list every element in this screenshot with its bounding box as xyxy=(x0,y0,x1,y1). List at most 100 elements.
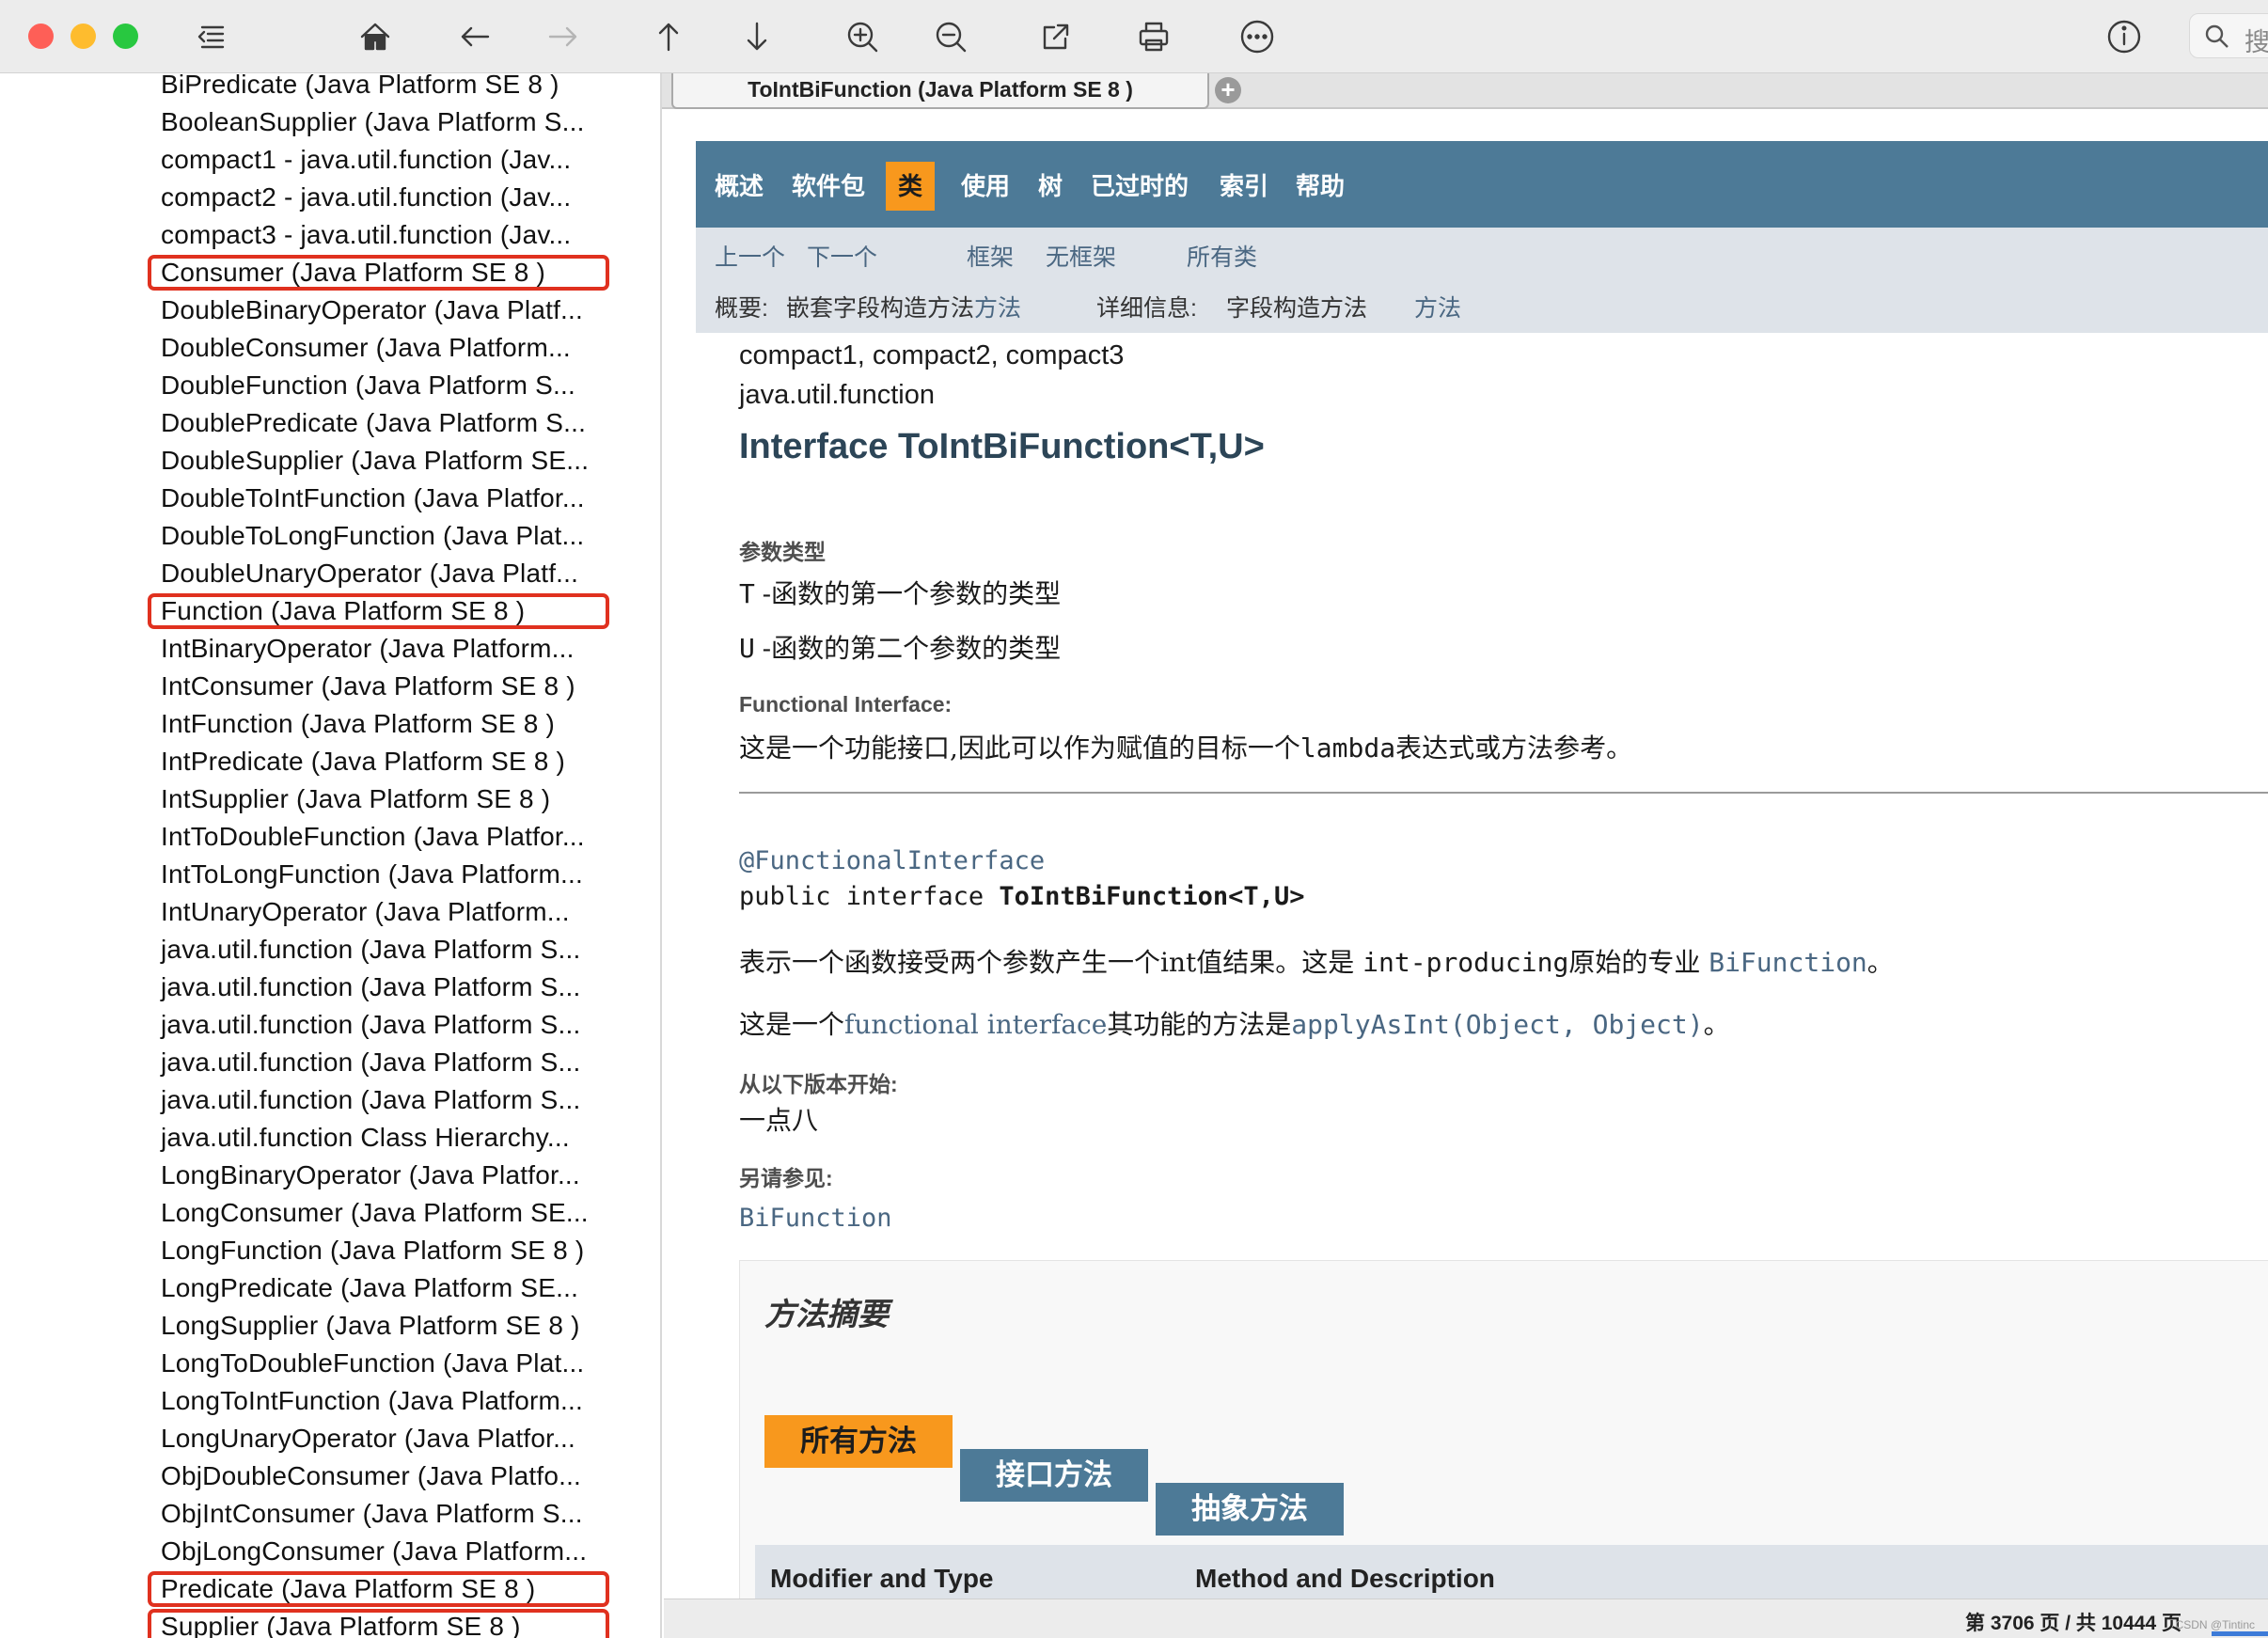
page-up-button[interactable] xyxy=(643,13,694,60)
apply-as-int-link[interactable]: applyAsInt(Object, Object) xyxy=(1291,1009,1703,1040)
share-icon xyxy=(1043,24,1069,50)
sidebar-item[interactable]: ObjDoubleConsumer (Java Platfo... xyxy=(161,1457,589,1495)
sidebar-item[interactable]: Function (Java Platform SE 8 ) xyxy=(147,592,610,630)
nav-tree[interactable]: 树 xyxy=(1038,165,1063,207)
forward-button[interactable] xyxy=(538,13,589,60)
col-modifier-type: Modifier and Type xyxy=(770,1564,994,1593)
sidebar-item[interactable]: Supplier (Java Platform SE 8 ) xyxy=(147,1608,610,1638)
sidebar-item[interactable]: LongConsumer (Java Platform SE... xyxy=(161,1194,589,1232)
home-button[interactable] xyxy=(350,13,401,60)
zoom-out-button[interactable] xyxy=(925,13,976,60)
sidebar-item[interactable]: DoubleFunction (Java Platform S... xyxy=(161,367,589,404)
sidebar-item[interactable]: DoubleBinaryOperator (Java Platf... xyxy=(161,291,589,329)
sidebar-item[interactable]: BooleanSupplier (Java Platform S... xyxy=(161,103,589,141)
sidebar-item[interactable]: java.util.function (Java Platform S... xyxy=(161,1044,589,1081)
see-also-label: 另请参见: xyxy=(739,1166,833,1190)
sidebar-item[interactable]: DoubleToLongFunction (Java Plat... xyxy=(161,517,589,555)
sidebar-item[interactable]: LongFunction (Java Platform SE 8 ) xyxy=(161,1232,589,1269)
since-label: 从以下版本开始: xyxy=(739,1072,898,1096)
bifunction-link[interactable]: BiFunction xyxy=(1709,947,1867,978)
page-down-button[interactable] xyxy=(732,13,782,60)
no-frames-link[interactable]: 无框架 xyxy=(1046,239,1116,273)
nav-overview[interactable]: 概述 xyxy=(715,165,764,207)
summary-text: 嵌套字段构造方法 xyxy=(786,295,975,322)
next-class-link[interactable]: 下一个 xyxy=(807,239,877,273)
sidebar-toggle-icon xyxy=(197,25,225,49)
sidebar-item[interactable]: compact3 - java.util.function (Jav... xyxy=(161,216,589,254)
sidebar-item[interactable]: DoubleUnaryOperator (Java Platf... xyxy=(161,555,589,592)
sidebar-item[interactable]: DoubleConsumer (Java Platform... xyxy=(161,329,589,367)
tab-all-methods[interactable]: 所有方法 xyxy=(764,1415,953,1468)
detail-method-link[interactable]: 方法 xyxy=(1414,290,1461,323)
sidebar-item[interactable]: IntConsumer (Java Platform SE 8 ) xyxy=(161,668,589,705)
nav-use[interactable]: 使用 xyxy=(961,165,1010,207)
functional-interface-link[interactable]: functional interface xyxy=(844,1009,1107,1040)
sidebar-item[interactable]: java.util.function (Java Platform S... xyxy=(161,1081,589,1119)
print-button[interactable] xyxy=(1128,13,1179,60)
desc2-before: 这是一个 xyxy=(739,1009,845,1040)
type-param-t-desc: -函数的第一个参数的类型 xyxy=(762,578,1062,609)
sidebar-item[interactable]: Consumer (Java Platform SE 8 ) xyxy=(147,254,610,291)
sidebar-item[interactable]: IntFunction (Java Platform SE 8 ) xyxy=(161,705,589,743)
share-button[interactable] xyxy=(1031,13,1081,60)
info-button[interactable] xyxy=(2099,13,2150,60)
sidebar-item[interactable]: java.util.function (Java Platform S... xyxy=(161,1006,589,1044)
sidebar-item[interactable]: LongToDoubleFunction (Java Plat... xyxy=(161,1345,589,1382)
functional-interface-label: Functional Interface: xyxy=(739,692,953,717)
add-tab-button[interactable]: + xyxy=(1215,77,1241,103)
prev-class-link[interactable]: 上一个 xyxy=(715,239,785,273)
nav-index[interactable]: 索引 xyxy=(1220,165,1268,207)
sidebar-item[interactable]: IntUnaryOperator (Java Platform... xyxy=(161,893,589,931)
zoom-in-button[interactable] xyxy=(837,13,888,60)
type-param-u-desc: -函数的第二个参数的类型 xyxy=(762,633,1062,664)
see-also-bifunction-link[interactable]: BiFunction xyxy=(739,1204,892,1233)
more-button[interactable] xyxy=(1232,13,1283,60)
nav-help[interactable]: 帮助 xyxy=(1296,165,1345,207)
minimize-window-button[interactable] xyxy=(71,24,96,49)
nav-deprecated[interactable]: 已过时的 xyxy=(1091,165,1189,207)
sidebar-item[interactable]: java.util.function (Java Platform S... xyxy=(161,931,589,969)
sidebar-item[interactable]: IntToLongFunction (Java Platform... xyxy=(161,856,589,893)
sidebar-item[interactable]: DoublePredicate (Java Platform S... xyxy=(161,404,589,442)
sidebar-item[interactable]: IntToDoubleFunction (Java Platfor... xyxy=(161,818,589,856)
sidebar-item[interactable]: IntBinaryOperator (Java Platform... xyxy=(161,630,589,668)
arrow-right-icon xyxy=(548,26,577,47)
sidebar-item[interactable]: IntPredicate (Java Platform SE 8 ) xyxy=(161,743,589,780)
sidebar-toggle-button[interactable] xyxy=(184,13,235,60)
desc2-end: 。 xyxy=(1703,1009,1730,1040)
tab-tointbifunction[interactable]: ToIntBiFunction (Java Platform SE 8 ) xyxy=(671,73,1209,109)
all-classes-link[interactable]: 所有类 xyxy=(1187,239,1257,273)
sidebar-item[interactable]: compact1 - java.util.function (Jav... xyxy=(161,141,589,179)
sidebar-item[interactable]: LongSupplier (Java Platform SE 8 ) xyxy=(161,1307,589,1345)
frames-link[interactable]: 框架 xyxy=(967,239,1014,273)
sidebar-item[interactable]: Predicate (Java Platform SE 8 ) xyxy=(147,1570,610,1608)
sidebar-item[interactable]: ObjLongConsumer (Java Platform... xyxy=(161,1533,589,1570)
sidebar-item[interactable]: java.util.function Class Hierarchy... xyxy=(161,1119,589,1157)
nav-package[interactable]: 软件包 xyxy=(792,165,865,207)
tab-abstract-methods[interactable]: 抽象方法 xyxy=(1156,1483,1344,1536)
back-button[interactable] xyxy=(449,13,500,60)
close-window-button[interactable] xyxy=(28,24,54,49)
sidebar-item[interactable]: IntSupplier (Java Platform SE 8 ) xyxy=(161,780,589,818)
sidebar-item[interactable]: LongPredicate (Java Platform SE... xyxy=(161,1269,589,1307)
annotation-link[interactable]: @FunctionalInterface xyxy=(739,846,1045,875)
search-input[interactable]: 搜 xyxy=(2189,13,2268,58)
method-summary-block: 方法摘要 所有方法 接口方法 抽象方法 Modifier and Type Me… xyxy=(739,1260,2268,1599)
sidebar-item[interactable]: DoubleSupplier (Java Platform SE... xyxy=(161,442,589,480)
type-param-u: U -函数的第二个参数的类型 xyxy=(739,628,1061,666)
javadoc-navbar: 概述 软件包 类 使用 树 已过时的 索引 帮助 xyxy=(696,141,2268,228)
tab-interface-methods[interactable]: 接口方法 xyxy=(960,1449,1148,1502)
sidebar-item[interactable]: java.util.function (Java Platform S... xyxy=(161,969,589,1006)
functional-desc-before: 这是一个功能接口,因此可以作为赋值的目标一个 xyxy=(739,732,1300,764)
sidebar-item[interactable]: LongBinaryOperator (Java Platfor... xyxy=(161,1157,589,1194)
sidebar-item[interactable]: compact2 - java.util.function (Jav... xyxy=(161,179,589,216)
since-value: 一点八 xyxy=(739,1105,819,1136)
sidebar-item[interactable]: DoubleToIntFunction (Java Platfor... xyxy=(161,480,589,517)
sidebar-item[interactable]: BiPredicate (Java Platform SE 8 ) xyxy=(161,73,589,103)
sidebar-item[interactable]: LongUnaryOperator (Java Platfor... xyxy=(161,1420,589,1457)
sidebar-item[interactable]: LongToIntFunction (Java Platform... xyxy=(161,1382,589,1420)
page-indicator: 第 3706 页 / 共 10444 页 xyxy=(1965,1613,2181,1634)
sidebar-item[interactable]: ObjIntConsumer (Java Platform S... xyxy=(161,1495,589,1533)
zoom-window-button[interactable] xyxy=(113,24,138,49)
summary-method-link[interactable]: 方法 xyxy=(974,290,1021,323)
